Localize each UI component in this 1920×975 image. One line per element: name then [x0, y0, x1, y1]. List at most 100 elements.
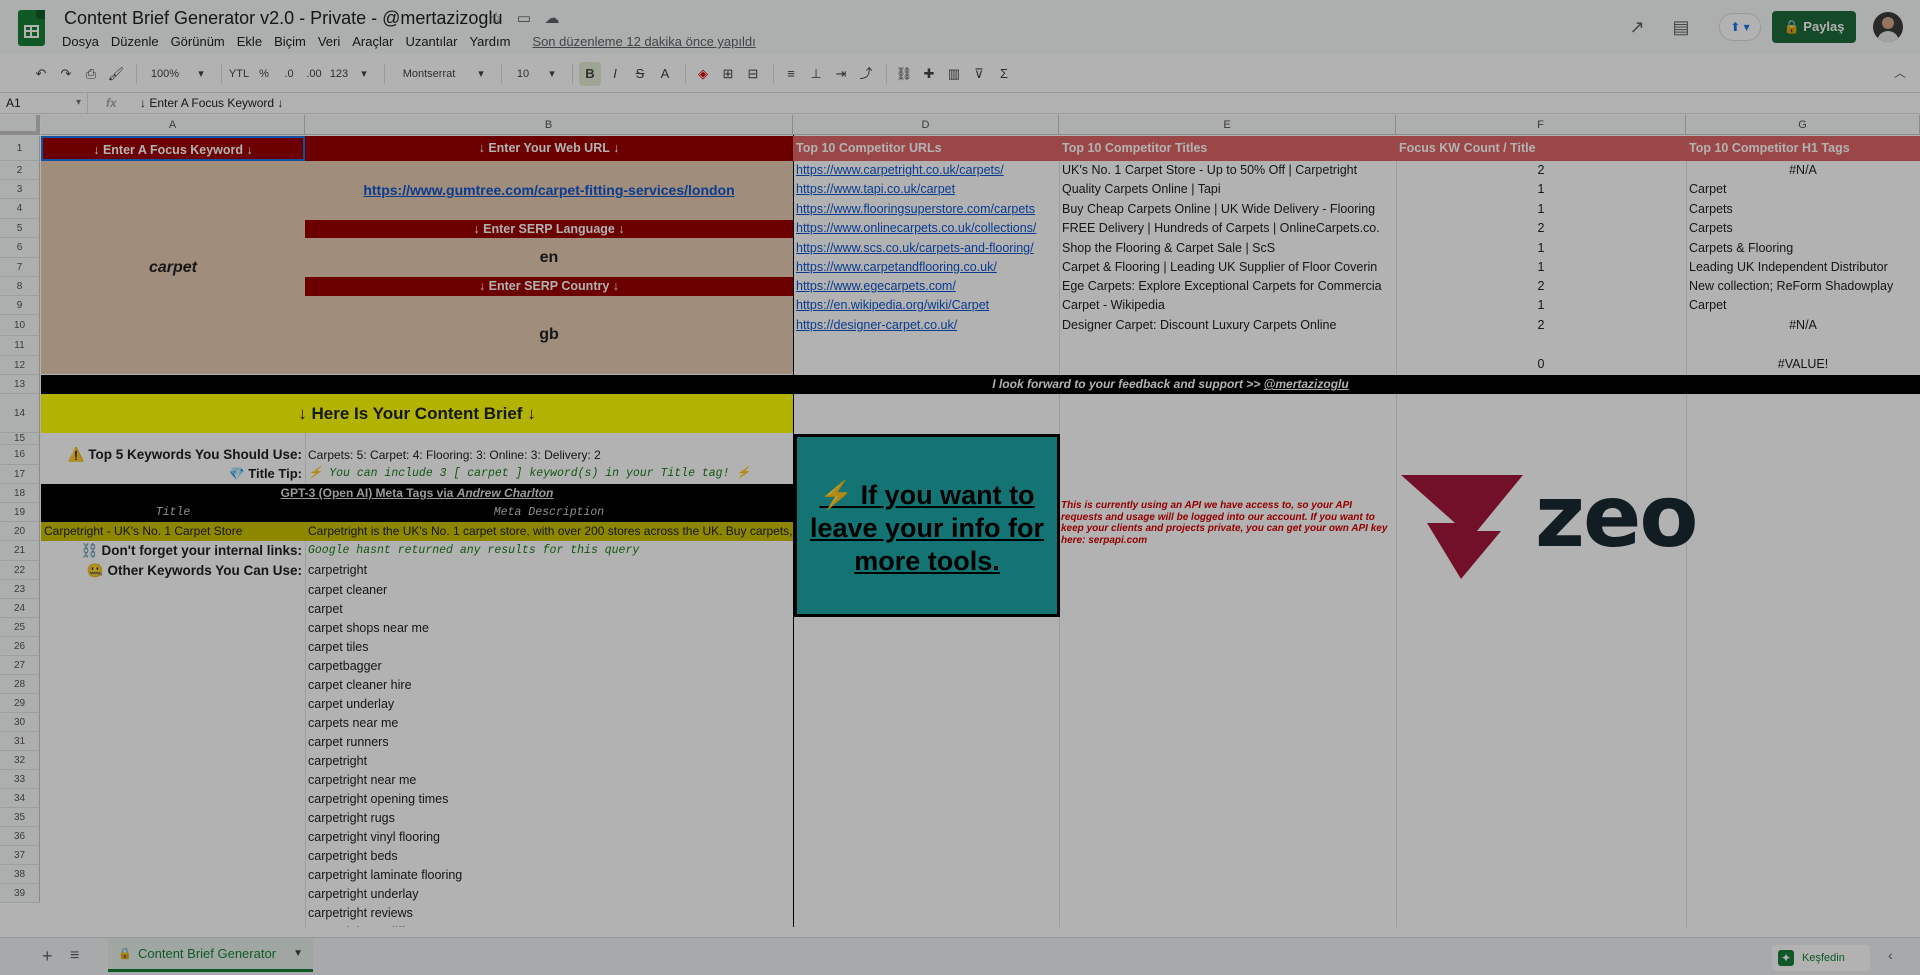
other-keyword-item[interactable]: carpet runners: [305, 733, 793, 752]
fill-color-icon[interactable]: ◈: [692, 62, 714, 86]
feedback-handle-link[interactable]: @mertazizoglu: [1264, 377, 1349, 391]
column-header-b[interactable]: B: [305, 115, 793, 135]
chevron-down-icon[interactable]: ▼: [293, 938, 303, 970]
row-header[interactable]: 14: [0, 394, 40, 433]
redo-icon[interactable]: ↷: [55, 62, 77, 86]
row-header[interactable]: 8: [0, 277, 40, 296]
select-all-corner[interactable]: [0, 115, 40, 135]
competitor-title[interactable]: FREE Delivery | Hundreds of Carpets | On…: [1059, 219, 1396, 238]
competitor-titles-header[interactable]: Top 10 Competitor Titles: [1059, 136, 1396, 161]
document-title[interactable]: Content Brief Generator v2.0 - Private -…: [64, 8, 502, 29]
other-keyword-item[interactable]: carpet tiles: [305, 638, 793, 657]
undo-icon[interactable]: ↶: [30, 62, 52, 86]
other-keyword-item[interactable]: carpet cleaner hire: [305, 676, 793, 695]
filter-icon[interactable]: ⊽: [968, 62, 990, 86]
focus-keyword-value[interactable]: carpet: [41, 161, 305, 374]
row-header[interactable]: 5: [0, 219, 40, 238]
competitor-kw-count[interactable]: 2: [1396, 161, 1686, 180]
web-url-link[interactable]: https://www.gumtree.com/carpet-fitting-s…: [363, 182, 734, 198]
merge-cells-icon[interactable]: ⊟: [742, 62, 764, 86]
h1-tags-header[interactable]: Top 10 Competitor H1 Tags: [1686, 136, 1920, 161]
kw-count-header[interactable]: Focus KW Count / Title: [1396, 136, 1686, 161]
row-header[interactable]: 19: [0, 503, 40, 522]
other-keyword-item[interactable]: carpet underlay: [305, 695, 793, 714]
other-keyword-item[interactable]: carpetright laminate flooring: [305, 866, 793, 885]
web-url-cell[interactable]: https://www.gumtree.com/carpet-fitting-s…: [305, 161, 793, 220]
other-keyword-item[interactable]: carpetright underlay: [305, 885, 793, 904]
row-header[interactable]: 26: [0, 637, 40, 656]
competitor-urls-header[interactable]: Top 10 Competitor URLs: [793, 136, 1059, 161]
explore-button[interactable]: ✦ Keşfedin: [1772, 945, 1870, 971]
competitor-url[interactable]: https://www.tapi.co.uk/carpet: [793, 180, 1059, 199]
other-keyword-item[interactable]: carpetright cardiff: [305, 923, 793, 927]
row-header[interactable]: 9: [0, 296, 40, 315]
competitor-url[interactable]: https://www.scs.co.uk/carpets-and-floori…: [793, 238, 1059, 258]
competitor-h1[interactable]: Carpet: [1686, 180, 1920, 199]
serp-country-value[interactable]: gb: [305, 296, 793, 374]
competitor-title[interactable]: Shop the Flooring & Carpet Sale | ScS: [1059, 238, 1396, 258]
competitor-kw-count[interactable]: 1: [1396, 296, 1686, 315]
name-box[interactable]: A1: [0, 93, 88, 113]
competitor-title[interactable]: Quality Carpets Online | Tapi: [1059, 180, 1396, 199]
row-header[interactable]: 22: [0, 561, 40, 580]
competitor-url[interactable]: https://en.wikipedia.org/wiki/Carpet: [793, 296, 1059, 315]
menu-edit[interactable]: Düzenle: [105, 33, 165, 51]
vertical-align-icon[interactable]: ⊥: [805, 62, 827, 86]
font-select[interactable]: Montserrat: [391, 62, 467, 86]
row-header[interactable]: 38: [0, 865, 40, 884]
column-header-a[interactable]: A: [41, 115, 305, 135]
other-keyword-item[interactable]: carpetright rugs: [305, 809, 793, 828]
competitor-h1[interactable]: Carpet: [1686, 296, 1920, 315]
row-header[interactable]: 18: [0, 484, 40, 503]
menu-help[interactable]: Yardım: [463, 33, 516, 51]
other-keyword-item[interactable]: carpet: [305, 600, 793, 619]
row-header[interactable]: 27: [0, 656, 40, 675]
chart-icon[interactable]: ▥: [943, 62, 965, 86]
competitor-title[interactable]: UK's No. 1 Carpet Store - Up to 50% Off …: [1059, 161, 1396, 180]
competitor-h1[interactable]: #N/A: [1686, 315, 1920, 336]
formula-input[interactable]: ↓ Enter A Focus Keyword ↓: [140, 93, 283, 113]
column-header-e[interactable]: E: [1059, 115, 1396, 135]
competitor-h1[interactable]: Carpets: [1686, 219, 1920, 238]
add-sheet-icon[interactable]: +: [42, 946, 53, 967]
competitor-kw-count[interactable]: 1: [1396, 238, 1686, 258]
competitor-h1[interactable]: Carpets & Flooring: [1686, 238, 1920, 258]
competitor-kw-count[interactable]: 1: [1396, 199, 1686, 219]
competitor-title[interactable]: Ege Carpets: Explore Exceptional Carpets…: [1059, 277, 1396, 296]
column-header-d[interactable]: D: [793, 115, 1059, 135]
other-keyword-item[interactable]: carpetright reviews: [305, 904, 793, 923]
row-header[interactable]: 20: [0, 522, 40, 541]
focus-keyword-header[interactable]: ↓ Enter A Focus Keyword ↓: [41, 136, 305, 161]
other-keyword-item[interactable]: carpetright near me: [305, 771, 793, 790]
row-header[interactable]: 4: [0, 199, 40, 219]
horizontal-align-icon[interactable]: ≡: [780, 62, 802, 86]
row-header[interactable]: 16: [0, 445, 40, 465]
column-header-f[interactable]: F: [1396, 115, 1686, 135]
row-header[interactable]: 34: [0, 789, 40, 808]
row-header[interactable]: 21: [0, 541, 40, 561]
row-header[interactable]: 28: [0, 675, 40, 694]
internal-links-value[interactable]: Google hasnt returned any results for th…: [305, 541, 793, 561]
row-header[interactable]: 1: [0, 136, 40, 161]
other-keyword-item[interactable]: carpetright opening times: [305, 790, 793, 809]
competitor-kw-count[interactable]: 1: [1396, 180, 1686, 199]
present-button[interactable]: ⬆ ▾: [1719, 13, 1761, 41]
serp-country-header[interactable]: ↓ Enter SERP Country ↓: [305, 277, 793, 296]
competitor-h1[interactable]: #N/A: [1686, 161, 1920, 180]
other-keyword-item[interactable]: carpetbagger: [305, 657, 793, 676]
gpt-title-value[interactable]: Carpetright - UK's No. 1 Carpet Store: [41, 522, 305, 541]
bold-icon[interactable]: B: [579, 62, 601, 86]
row-header[interactable]: 13: [0, 375, 40, 394]
competitor-kw-count[interactable]: 2: [1396, 315, 1686, 336]
competitor-url[interactable]: https://www.carpetandflooring.co.uk/: [793, 258, 1059, 277]
competitor-h1[interactable]: New collection; ReForm Shadowplay: [1686, 277, 1920, 296]
row-header[interactable]: 12: [0, 356, 40, 375]
row-header[interactable]: 11: [0, 336, 40, 356]
borders-icon[interactable]: ⊞: [717, 62, 739, 86]
row-header[interactable]: 31: [0, 732, 40, 751]
menu-file[interactable]: Dosya: [56, 33, 105, 51]
competitor-title[interactable]: Buy Cheap Carpets Online | UK Wide Deliv…: [1059, 199, 1396, 219]
row-header[interactable]: 7: [0, 258, 40, 277]
row-header[interactable]: 29: [0, 694, 40, 713]
share-button[interactable]: 🔒 Paylaş: [1772, 11, 1856, 43]
